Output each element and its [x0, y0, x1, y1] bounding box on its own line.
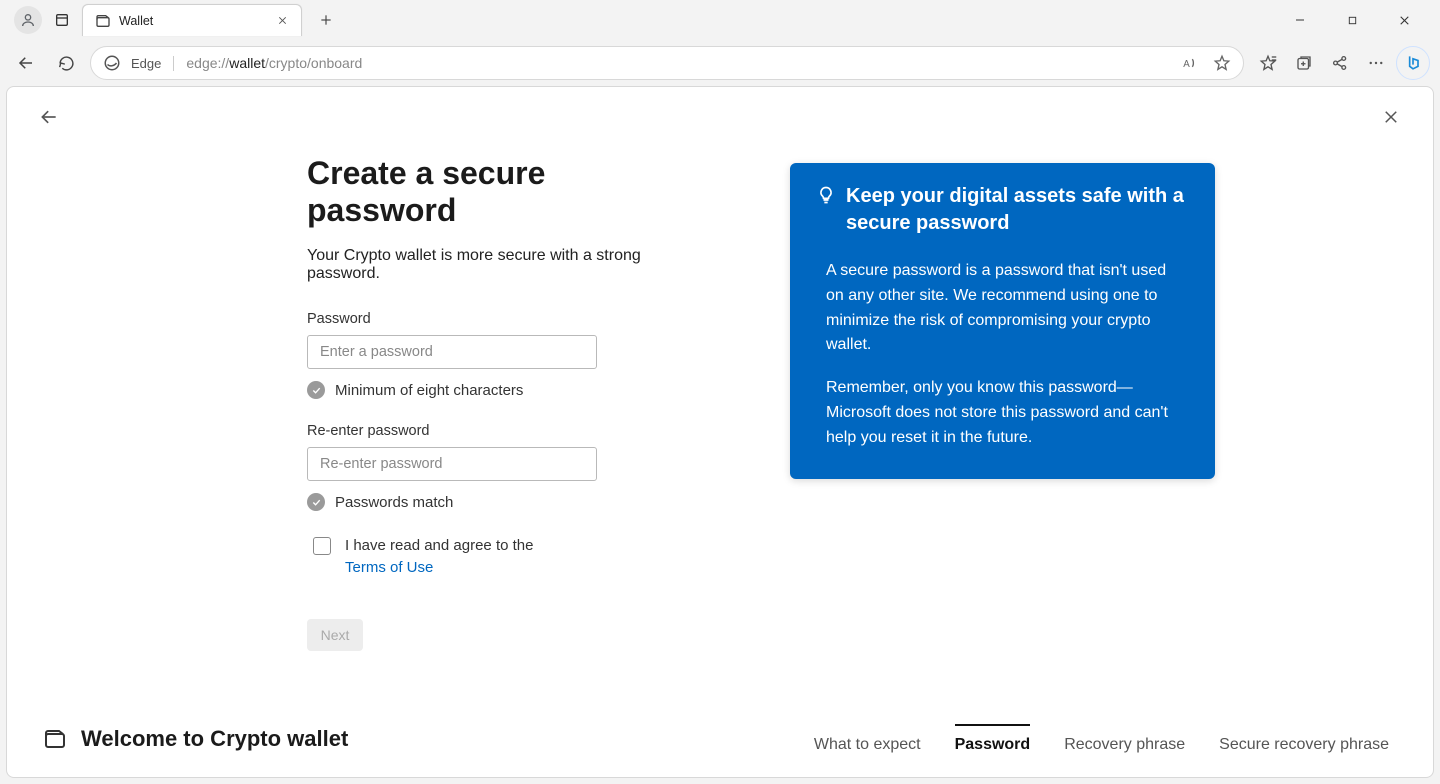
- browser-toolbar: Edge edge://wallet/crypto/onboard A: [0, 40, 1440, 86]
- footer-title: Welcome to Crypto wallet: [81, 726, 348, 752]
- page-subheading: Your Crypto wallet is more secure with a…: [307, 247, 680, 283]
- lightbulb-icon: [816, 185, 836, 237]
- wizard-step[interactable]: What to expect: [814, 724, 921, 754]
- wizard-step[interactable]: Recovery phrase: [1064, 724, 1185, 754]
- terms-text: I have read and agree to the Terms of Us…: [345, 535, 533, 579]
- reenter-password-input[interactable]: [307, 447, 597, 481]
- svg-text:A: A: [1183, 59, 1190, 70]
- password-input[interactable]: [307, 335, 597, 369]
- window-controls: [1278, 5, 1432, 35]
- page-back-button[interactable]: [37, 105, 61, 129]
- minimize-button[interactable]: [1278, 5, 1322, 35]
- read-aloud-icon[interactable]: A: [1181, 54, 1199, 72]
- wallet-icon: [43, 727, 67, 751]
- address-bar[interactable]: Edge edge://wallet/crypto/onboard A: [90, 46, 1244, 80]
- page-surface: Create a secure password Your Crypto wal…: [6, 86, 1434, 778]
- terms-checkbox[interactable]: [313, 537, 331, 555]
- check-circle-icon: [307, 493, 325, 511]
- wizard-step[interactable]: Password: [955, 724, 1031, 754]
- bing-chat-button[interactable]: [1396, 46, 1430, 80]
- tip-paragraph-2: Remember, only you know this password—Mi…: [826, 376, 1179, 450]
- password-label: Password: [307, 311, 680, 327]
- close-window-button[interactable]: [1382, 5, 1426, 35]
- back-button[interactable]: [10, 47, 42, 79]
- url-text: edge://wallet/crypto/onboard: [186, 55, 362, 71]
- collections-button[interactable]: [1288, 47, 1320, 79]
- maximize-button[interactable]: [1330, 5, 1374, 35]
- favorites-button[interactable]: [1252, 47, 1284, 79]
- more-button[interactable]: [1360, 47, 1392, 79]
- share-button[interactable]: [1324, 47, 1356, 79]
- reenter-password-label: Re-enter password: [307, 423, 680, 439]
- tab-title: Wallet: [119, 14, 153, 28]
- terms-link[interactable]: Terms of Use: [345, 559, 433, 576]
- tip-paragraph-1: A secure password is a password that isn…: [826, 259, 1179, 358]
- wallet-icon: [95, 13, 111, 29]
- browser-tab[interactable]: Wallet: [82, 4, 302, 36]
- next-button[interactable]: Next: [307, 619, 363, 651]
- tab-actions-icon[interactable]: [48, 6, 76, 34]
- new-tab-button[interactable]: [310, 4, 342, 36]
- page-heading: Create a secure password: [307, 155, 680, 229]
- check-circle-icon: [307, 381, 325, 399]
- password-requirement-text: Minimum of eight characters: [335, 382, 523, 399]
- wizard-footer: Welcome to Crypto wallet What to expect P…: [7, 701, 1433, 777]
- wizard-step[interactable]: Secure recovery phrase: [1219, 724, 1389, 754]
- edge-label: Edge: [131, 56, 174, 71]
- profile-avatar[interactable]: [14, 6, 42, 34]
- tip-card: Keep your digital assets safe with a sec…: [790, 163, 1215, 479]
- passwords-match-text: Passwords match: [335, 494, 453, 511]
- edge-logo-icon: [103, 54, 121, 72]
- tab-strip: Wallet: [0, 0, 1440, 40]
- favorite-star-icon[interactable]: [1213, 54, 1231, 72]
- close-tab-button[interactable]: [273, 12, 291, 30]
- tip-title-text: Keep your digital assets safe with a sec…: [846, 183, 1189, 237]
- refresh-button[interactable]: [50, 47, 82, 79]
- page-close-button[interactable]: [1379, 105, 1403, 129]
